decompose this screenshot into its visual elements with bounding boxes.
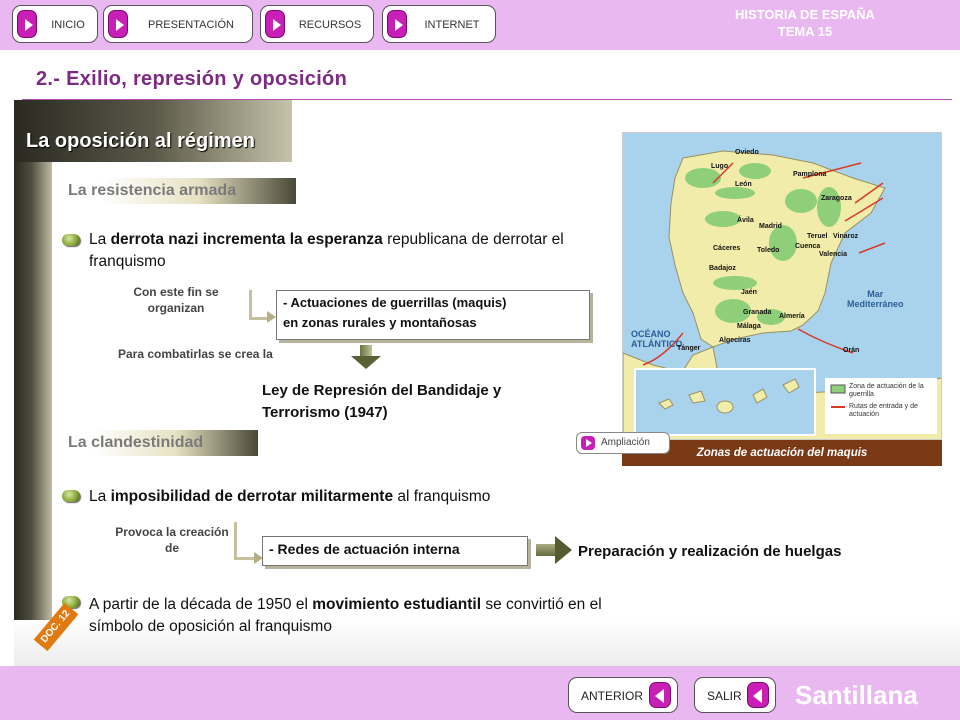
text-segment: La (89, 488, 111, 505)
city-label: León (735, 181, 752, 188)
text-segment: La (89, 231, 111, 248)
guerrilla-box: - Actuaciones de guerrillas (maquis) en … (276, 290, 590, 340)
internal-networks-box: - Redes de actuación interna (262, 536, 528, 566)
city-label: Jaén (741, 289, 757, 296)
map-legend-routes: Rutas de entrada y de actuación (849, 403, 918, 418)
play-arrow-icon (265, 10, 285, 38)
city-label: Zaragoza (821, 195, 852, 202)
course-unit: TEMA 15 (777, 24, 833, 39)
map-caption: Zonas de actuación del maquis (622, 440, 942, 466)
back-arrow-icon (649, 682, 671, 708)
right-arrow-icon (536, 536, 572, 564)
course-header: HISTORIA DE ESPAÑA TEMA 15 (690, 6, 920, 40)
publisher-brand: Santillana (795, 680, 918, 710)
subheading-clandestinity: La clandestinidad (52, 430, 258, 456)
text-segment: al franquismo (393, 488, 491, 505)
anterior-label: ANTERIOR (581, 689, 644, 703)
bullet-icon (62, 490, 80, 502)
anterior-button[interactable]: ANTERIOR (568, 677, 678, 713)
text-segment: A partir de la década de 1950 el (89, 596, 313, 613)
city-label: Ávila (737, 217, 754, 224)
law-line1: Ley de Represión del Bandidaje y (262, 382, 502, 399)
nav-internet-button[interactable]: INTERNET (382, 5, 496, 43)
text-emphasis: movimiento estudiantil (312, 596, 482, 613)
city-label: Granada (743, 309, 772, 316)
bullet-icon (62, 234, 80, 246)
nav-internet-label: INTERNET (424, 19, 480, 31)
down-arrow-icon (351, 345, 381, 369)
maquis-map: OCÉANO ATLÁNTICO Mar Mediterráneo Zona d… (622, 132, 942, 440)
play-arrow-icon (581, 436, 595, 450)
city-label: Málaga (737, 323, 761, 330)
strikes-result: Preparación y realización de huelgas (578, 543, 842, 560)
city-label: Oviedo (735, 149, 759, 156)
map-ocean-label-line1: OCÉANO (631, 329, 671, 339)
subheading-clandestinity-label: La clandestinidad (68, 434, 204, 451)
city-label: Lugo (711, 163, 729, 170)
city-label: Cuenca (795, 243, 821, 250)
connector-label-provoke: Provoca la creación de (115, 525, 229, 555)
guerrilla-box-line1: - Actuaciones de guerrillas (maquis) (283, 295, 507, 310)
guerrilla-box-line2: en zonas rurales y montañosas (283, 315, 477, 330)
section-header: La oposición al régimen (14, 100, 292, 162)
city-label: Valencia (819, 251, 848, 258)
city-label: Teruel (807, 233, 828, 240)
city-label: Algeciras (719, 337, 751, 344)
nav-presentacion-label: PRESENTACIÓN (148, 19, 234, 31)
bullet-military-impossibility: La imposibilidad de derrotar militarment… (89, 486, 629, 508)
nav-recursos-button[interactable]: RECURSOS (260, 5, 374, 43)
city-label: Tánger (677, 345, 701, 352)
city-label: Cáceres (713, 245, 741, 252)
play-arrow-icon (108, 10, 128, 38)
salir-label: SALIR (707, 689, 742, 703)
law-text: Ley de Represión del Bandidaje y Terrori… (262, 380, 582, 424)
ampliacion-label: Ampliación (601, 437, 650, 448)
subheading-armed-resistance: La resistencia armada (52, 178, 296, 204)
city-label: Toledo (757, 247, 780, 254)
city-label: Almería (779, 313, 805, 320)
play-arrow-icon (387, 10, 407, 38)
map-sea-label: Mar Mediterráneo (847, 289, 904, 309)
play-arrow-icon (17, 10, 37, 38)
combat-label: Para combatirlas se crea la (118, 347, 273, 361)
law-line2: Terrorismo (1947) (262, 404, 388, 421)
city-label: Madrid (759, 223, 782, 230)
city-label: Pamplona (793, 171, 827, 178)
back-arrow-icon (747, 682, 769, 708)
city-label: Orán (843, 347, 860, 354)
course-title: HISTORIA DE ESPAÑA (735, 7, 875, 22)
connector-label-organize: Con este fin se organizan (133, 285, 219, 315)
map-legend-zone: Zona de actuación de la guerrilla (849, 383, 924, 398)
page-title: 2.- Exilio, represión y oposición (36, 68, 348, 90)
nav-recursos-label: RECURSOS (298, 19, 362, 31)
connector-arrow-icon (267, 311, 276, 323)
salir-button[interactable]: SALIR (694, 677, 776, 713)
text-emphasis: derrota nazi incrementa la esperanza (110, 231, 383, 248)
map-sea-label-line2: Mediterráneo (847, 299, 904, 309)
connector-elbow (234, 522, 256, 560)
city-label: Badajoz (709, 265, 736, 272)
bullet-student-movement: A partir de la década de 1950 el movimie… (89, 594, 649, 638)
subheading-armed-resistance-label: La resistencia armada (68, 182, 237, 199)
connector-elbow (249, 290, 269, 320)
map-ocean-label: OCÉANO ATLÁNTICO (631, 329, 682, 349)
ampliacion-button[interactable]: Ampliación (576, 432, 670, 454)
section-title: La oposición al régimen (26, 130, 255, 152)
nav-inicio-label: INICIO (51, 19, 85, 31)
city-label: Vinaroz (833, 233, 859, 240)
map-ocean-label-line2: ATLÁNTICO (631, 339, 683, 349)
text-emphasis: imposibilidad de derrotar militarmente (110, 488, 394, 505)
nav-inicio-button[interactable]: INICIO (12, 5, 98, 43)
left-decorative-bar (14, 100, 52, 666)
nav-presentacion-button[interactable]: PRESENTACIÓN (103, 5, 253, 43)
bullet-nazi-defeat: La derrota nazi incrementa la esperanza … (89, 229, 589, 273)
map-sea-label-line1: Mar (867, 289, 884, 299)
